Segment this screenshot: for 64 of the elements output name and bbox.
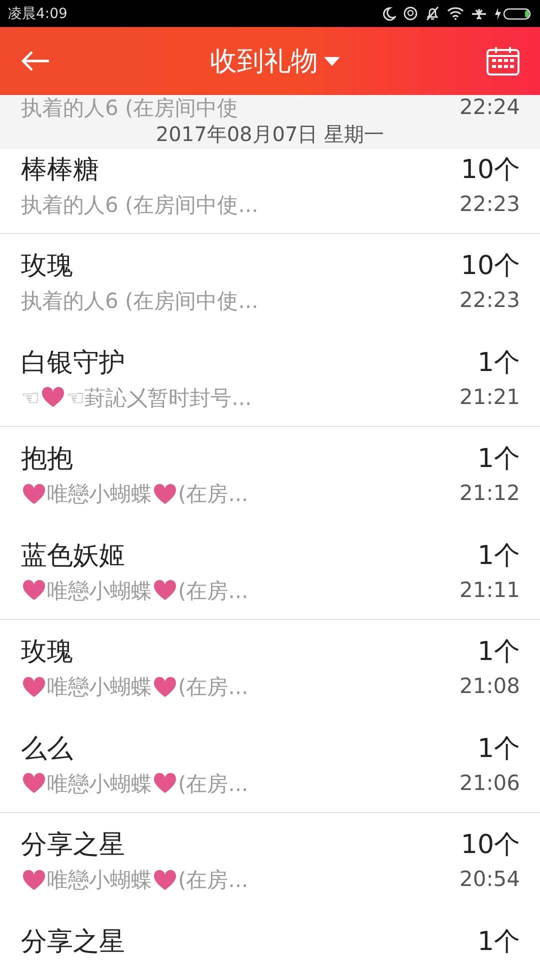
gift-time: 21:08 bbox=[459, 674, 520, 700]
gift-count: 10个 bbox=[460, 154, 520, 186]
heart-icon bbox=[153, 484, 177, 504]
wifi-icon bbox=[447, 7, 464, 20]
gift-name: 玫瑰 bbox=[21, 636, 74, 668]
caret-icon[interactable] bbox=[324, 56, 340, 66]
battery-charging-icon bbox=[494, 6, 532, 20]
sender-name: (在房... bbox=[178, 482, 248, 506]
heart-icon bbox=[22, 484, 46, 504]
back-arrow-icon[interactable] bbox=[20, 50, 50, 72]
gift-count: 10个 bbox=[460, 829, 520, 861]
moon-icon bbox=[382, 6, 396, 20]
sender-name: 执着的人6 (在房间中使... bbox=[21, 289, 258, 313]
heart-icon bbox=[22, 580, 46, 601]
gift-time: 22:23 bbox=[459, 192, 520, 218]
gift-count: 1个 bbox=[477, 540, 520, 572]
gift-time: 21:11 bbox=[459, 578, 520, 604]
heart-icon bbox=[22, 870, 46, 890]
gift-time: 21:06 bbox=[459, 770, 520, 796]
gift-time: 21:12 bbox=[459, 481, 520, 507]
sender-name: (在房... bbox=[178, 772, 248, 796]
sender-name: ☜ bbox=[21, 386, 40, 410]
gift-name: 棒棒糖 bbox=[21, 154, 100, 186]
status-time: 凌晨4:09 bbox=[8, 4, 68, 22]
sender-name: (在房... bbox=[178, 578, 248, 602]
screen-title[interactable]: 收到礼物 bbox=[210, 43, 318, 79]
sender-name: 唯戀小蝴蝶 bbox=[47, 482, 152, 506]
gift-count: 1个 bbox=[477, 732, 520, 764]
gift-count: 1个 bbox=[477, 346, 520, 378]
sender-name: 执着的人6 (在房间中使... bbox=[21, 192, 258, 216]
gift-count: 1个 bbox=[477, 443, 520, 475]
heart-icon bbox=[22, 773, 46, 794]
heart-icon bbox=[153, 676, 177, 698]
heart-icon bbox=[153, 773, 177, 794]
sender-name: 唯戀小蝴蝶 bbox=[47, 675, 152, 699]
heart-icon bbox=[40, 387, 65, 408]
gift-time: 22:23 bbox=[459, 288, 520, 314]
sender-name: 唯戀小蝴蝶 bbox=[47, 578, 152, 602]
gift-time: 21:21 bbox=[459, 384, 520, 410]
calendar-icon[interactable] bbox=[486, 46, 520, 76]
gift-time: 22:24 bbox=[459, 95, 520, 121]
sender-name: 唯戀小蝴蝶 bbox=[47, 868, 152, 892]
heart-icon bbox=[153, 580, 177, 601]
sender-name: 唯戀小蝴蝶 bbox=[47, 772, 152, 796]
heart-icon bbox=[153, 870, 177, 890]
heart-icon bbox=[22, 676, 46, 698]
gift-name: 抱抱 bbox=[21, 443, 74, 475]
date-header: 2017年08月07日 星期一 bbox=[156, 122, 384, 146]
gift-count: 10个 bbox=[460, 250, 520, 282]
gift-name: 蓝色妖姬 bbox=[21, 540, 126, 572]
gift-count: 1个 bbox=[477, 926, 520, 958]
gift-name: 白银守护 bbox=[21, 346, 126, 378]
gift-name: 分享之星 bbox=[21, 926, 125, 958]
sender-name: (在房... bbox=[178, 675, 248, 699]
gift-name: 么么 bbox=[21, 732, 74, 764]
gift-name: 分享之星 bbox=[21, 829, 126, 861]
gift-count: 1个 bbox=[477, 636, 520, 668]
sender-name: 执着的人6 (在房间中使 bbox=[21, 96, 238, 120]
sender-name: ☜葑訫㐅暂时封号... bbox=[66, 386, 252, 410]
gift-name: 玫瑰 bbox=[21, 250, 74, 282]
circle-icon bbox=[403, 6, 418, 21]
gift-time: 20:54 bbox=[459, 867, 520, 893]
bell-off-icon bbox=[425, 6, 440, 21]
sender-name: (在房... bbox=[178, 868, 248, 892]
